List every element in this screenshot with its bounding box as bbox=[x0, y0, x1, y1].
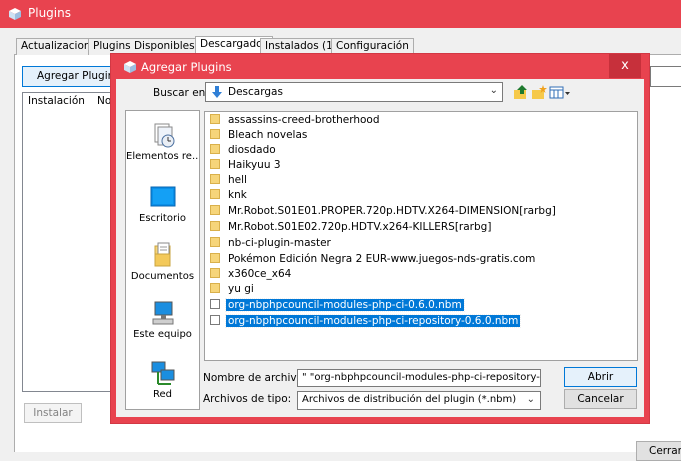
app-cube-icon bbox=[8, 7, 22, 21]
dialog-border bbox=[111, 417, 649, 423]
file-name: diosdado bbox=[228, 144, 276, 156]
list-item[interactable]: x360ce_x64 bbox=[210, 267, 293, 282]
column-header-install[interactable]: Instalación bbox=[28, 95, 85, 107]
list-item[interactable]: Bleach novelas bbox=[210, 128, 309, 143]
file-name: org-nbphpcouncil-modules-php-ci-reposito… bbox=[224, 314, 522, 328]
list-item[interactable]: knk bbox=[210, 188, 249, 203]
file-name: Pokémon Edición Negra 2 EUR-www.juegos-n… bbox=[228, 253, 536, 265]
file-name: Mr.Robot.S01E01.PROPER.720p.HDTV.X264-DI… bbox=[228, 205, 556, 217]
up-folder-icon[interactable] bbox=[513, 85, 529, 100]
list-item[interactable]: yu gi bbox=[210, 282, 256, 297]
documents-icon bbox=[149, 241, 177, 269]
place-network[interactable]: Red bbox=[126, 359, 199, 400]
list-item[interactable]: Mr.Robot.S01E01.PROPER.720p.HDTV.X264-DI… bbox=[210, 204, 558, 219]
view-menu-icon[interactable] bbox=[549, 85, 571, 100]
place-label: Este equipo bbox=[133, 329, 192, 340]
install-button[interactable]: Instalar bbox=[24, 403, 82, 423]
list-item[interactable]: assassins-creed-brotherhood bbox=[210, 113, 382, 128]
network-icon bbox=[149, 359, 177, 387]
folder-icon bbox=[210, 253, 220, 263]
place-this-pc[interactable]: Este equipo bbox=[126, 299, 199, 340]
list-item[interactable]: hell bbox=[210, 173, 249, 188]
cancel-button[interactable]: Cancelar bbox=[564, 389, 637, 409]
file-name: org-nbphpcouncil-modules-php-ci-0.6.0.nb… bbox=[225, 298, 465, 312]
computer-icon bbox=[149, 299, 177, 327]
file-name: x360ce_x64 bbox=[228, 268, 292, 280]
file-name: Haikyuu 3 bbox=[228, 159, 281, 171]
new-folder-icon[interactable] bbox=[531, 85, 547, 100]
file-icon bbox=[210, 315, 220, 325]
plugins-window-titlebar: Plugins bbox=[0, 0, 681, 28]
dialog-titlebar[interactable]: Agregar Plugins x bbox=[111, 54, 649, 79]
file-name: Mr.Robot.S01E02.720p.HDTV.x264-KILLERS[r… bbox=[228, 221, 492, 233]
dialog-border bbox=[644, 79, 649, 419]
file-list[interactable]: assassins-creed-brotherhood Bleach novel… bbox=[204, 111, 638, 361]
tab-label: Configuración bbox=[336, 40, 409, 52]
app-cube-icon bbox=[123, 60, 137, 74]
folder-icon bbox=[210, 268, 220, 278]
place-label: Documentos bbox=[130, 271, 195, 282]
dialog-title: Agregar Plugins bbox=[141, 60, 232, 74]
filename-input[interactable]: " "org-nbphpcouncil-modules-php-ci-repos… bbox=[297, 369, 541, 387]
list-item-selected[interactable]: org-nbphpcouncil-modules-php-ci-0.6.0.nb… bbox=[210, 298, 465, 313]
file-icon bbox=[210, 299, 220, 309]
filename-label: Nombre de archivo: bbox=[203, 372, 307, 384]
dialog-border bbox=[111, 79, 116, 419]
add-plugins-dialog: Agregar Plugins x Buscar en: Descargas ⌄… bbox=[110, 53, 650, 424]
folder-icon bbox=[210, 221, 220, 231]
places-bar: Elementos re... Escritorio Documentos Es… bbox=[125, 110, 200, 410]
chevron-down-icon: ⌄ bbox=[489, 85, 498, 96]
folder-icon bbox=[210, 283, 220, 293]
lookin-combobox[interactable]: Descargas ⌄ bbox=[205, 82, 503, 102]
place-label: Elementos re... bbox=[126, 151, 199, 162]
open-button[interactable]: Abrir bbox=[564, 367, 637, 387]
file-name: hell bbox=[228, 174, 247, 186]
desktop-icon bbox=[149, 183, 177, 211]
place-recent-items[interactable]: Elementos re... bbox=[126, 121, 199, 162]
list-item[interactable]: Pokémon Edición Negra 2 EUR-www.juegos-n… bbox=[210, 252, 537, 267]
place-label: Red bbox=[153, 389, 172, 400]
folder-icon bbox=[210, 129, 220, 139]
list-item-selected[interactable]: org-nbphpcouncil-modules-php-ci-reposito… bbox=[210, 314, 522, 329]
folder-icon bbox=[210, 114, 220, 124]
place-desktop[interactable]: Escritorio bbox=[126, 183, 199, 224]
tab-label: Descargados bbox=[200, 38, 269, 50]
file-name: yu gi bbox=[228, 283, 254, 295]
search-field[interactable] bbox=[650, 66, 681, 87]
dialog-close-button[interactable]: x bbox=[609, 54, 641, 78]
plugins-window-title: Plugins bbox=[28, 6, 71, 20]
list-item[interactable]: nb-ci-plugin-master bbox=[210, 236, 333, 251]
place-label: Escritorio bbox=[139, 213, 186, 224]
file-name: assassins-creed-brotherhood bbox=[228, 114, 380, 126]
folder-icon bbox=[210, 205, 220, 215]
downloaded-plugins-table[interactable] bbox=[22, 92, 117, 392]
list-item[interactable]: Mr.Robot.S01E02.720p.HDTV.x264-KILLERS[r… bbox=[210, 220, 493, 235]
add-plugins-button[interactable]: Agregar Plugins... bbox=[22, 66, 114, 87]
filetype-select[interactable]: Archivos de distribución del plugin (*.n… bbox=[297, 391, 541, 410]
close-button[interactable]: Cerrar bbox=[636, 441, 681, 461]
file-name: Bleach novelas bbox=[228, 129, 308, 141]
list-item[interactable]: Haikyuu 3 bbox=[210, 158, 283, 173]
recent-items-icon bbox=[149, 121, 177, 149]
folder-icon bbox=[210, 189, 220, 199]
lookin-value: Descargas bbox=[228, 86, 283, 98]
file-name: knk bbox=[228, 189, 247, 201]
folder-icon bbox=[210, 237, 220, 247]
downloads-arrow-icon bbox=[211, 85, 223, 102]
file-name: nb-ci-plugin-master bbox=[228, 237, 331, 249]
filetype-label: Archivos de tipo: bbox=[203, 393, 292, 405]
list-item[interactable]: diosdado bbox=[210, 143, 278, 158]
chevron-down-icon: ⌄ bbox=[526, 394, 535, 405]
folder-icon bbox=[210, 144, 220, 154]
lookin-label: Buscar en: bbox=[153, 87, 209, 99]
folder-icon bbox=[210, 174, 220, 184]
place-documents[interactable]: Documentos bbox=[126, 241, 199, 282]
filetype-value: Archivos de distribución del plugin (*.n… bbox=[302, 394, 517, 405]
close-icon: x bbox=[621, 58, 629, 73]
folder-icon bbox=[210, 159, 220, 169]
